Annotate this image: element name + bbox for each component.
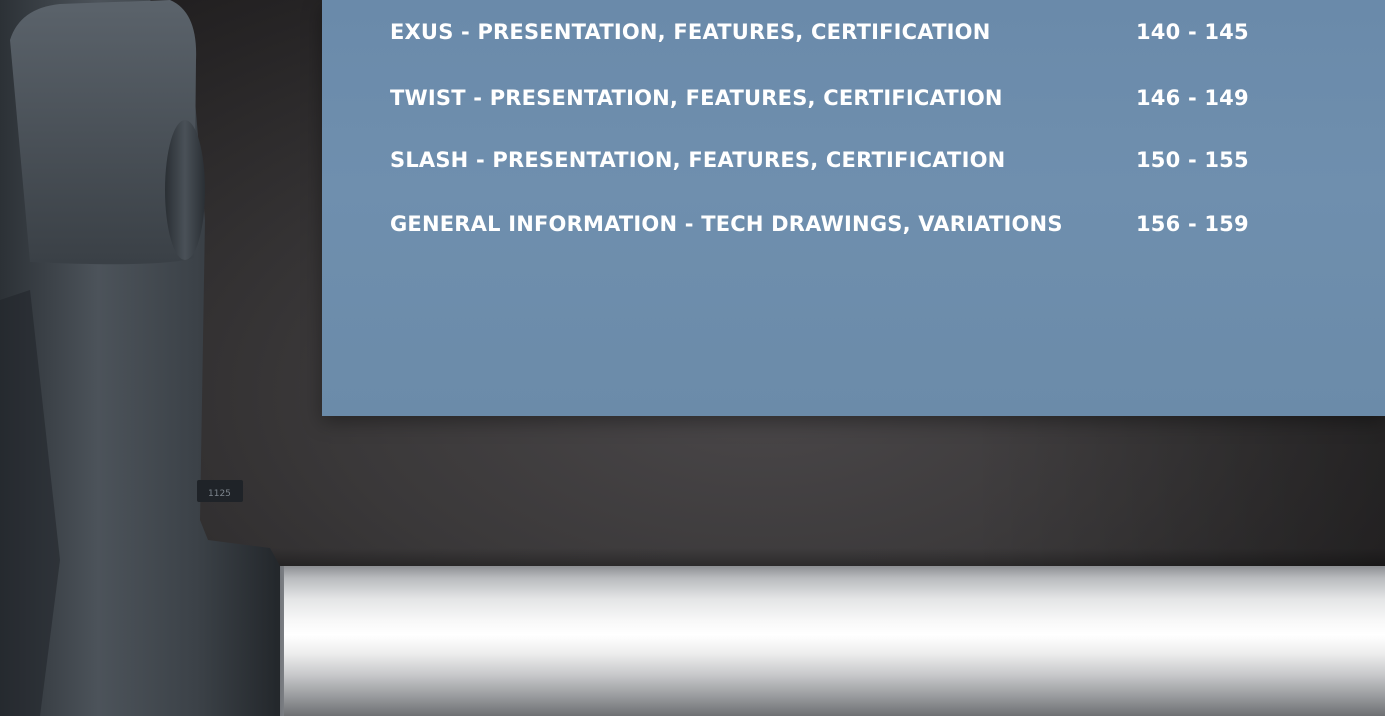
toc-entry-title: GENERAL INFORMATION - TECH DRAWINGS, VAR… bbox=[390, 212, 1063, 236]
toc-entry-title: SLASH - PRESENTATION, FEATURES, CERTIFIC… bbox=[390, 148, 1006, 172]
toc-row-general-information[interactable]: GENERAL INFORMATION - TECH DRAWINGS, VAR… bbox=[390, 212, 1290, 242]
handle-pivot bbox=[165, 120, 205, 260]
table-of-contents-panel: EXUS - PRESENTATION, FEATURES, CERTIFICA… bbox=[322, 0, 1385, 416]
toc-row-twist[interactable]: TWIST - PRESENTATION, FEATURES, CERTIFIC… bbox=[390, 86, 1290, 116]
toc-row-slash[interactable]: SLASH - PRESENTATION, FEATURES, CERTIFIC… bbox=[390, 148, 1290, 178]
toc-entry-title: TWIST - PRESENTATION, FEATURES, CERTIFIC… bbox=[390, 86, 1003, 110]
toc-entry-pages: 146 - 149 bbox=[1136, 86, 1249, 110]
toc-entry-title: EXUS - PRESENTATION, FEATURES, CERTIFICA… bbox=[390, 20, 991, 44]
handle-label-text: 1125 bbox=[208, 489, 231, 499]
toc-row-exus[interactable]: EXUS - PRESENTATION, FEATURES, CERTIFICA… bbox=[390, 20, 1290, 50]
toc-entry-pages: 140 - 145 bbox=[1136, 20, 1249, 44]
toc-entry-pages: 156 - 159 bbox=[1136, 212, 1249, 236]
panic-bar-tube bbox=[262, 566, 1385, 716]
toc-entry-pages: 150 - 155 bbox=[1136, 148, 1249, 172]
panic-bar-handle: 1125 bbox=[0, 0, 280, 716]
